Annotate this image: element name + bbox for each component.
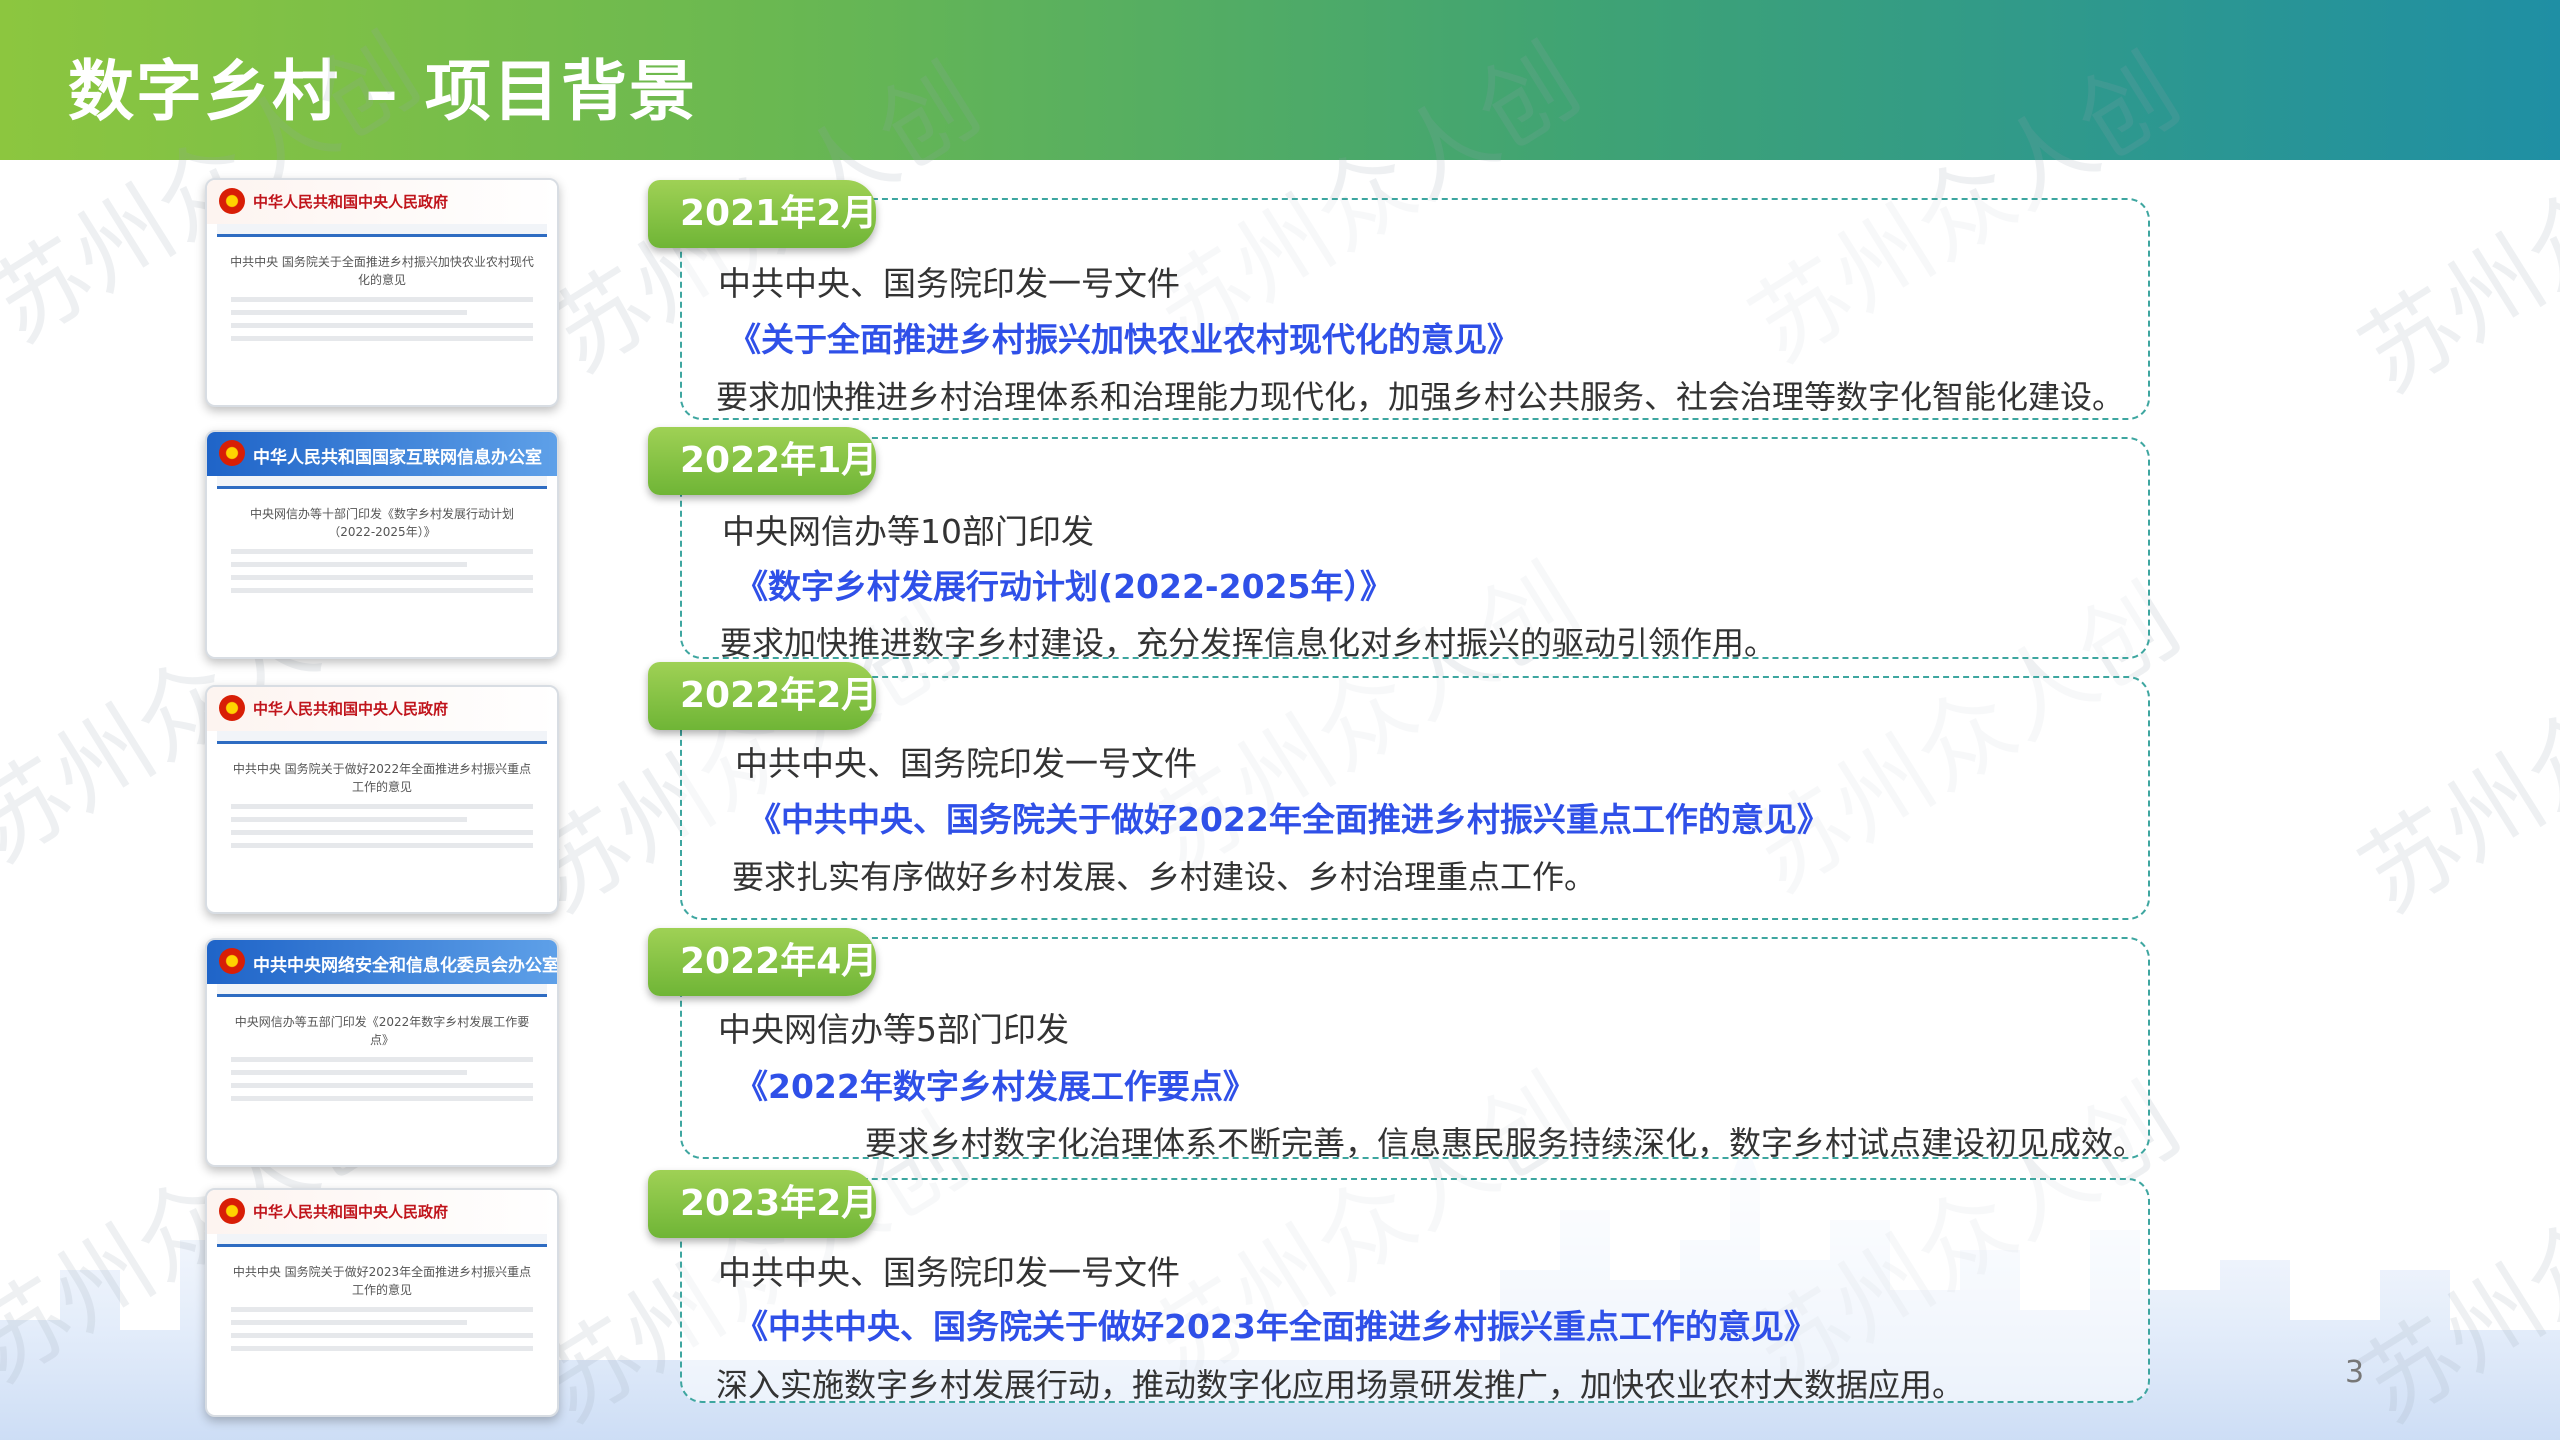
issuer-text: 中共中央、国务院印发一号文件 (718, 264, 1180, 303)
thumbnail-banner: 中华人民共和国中央人民政府 (207, 180, 557, 224)
thumbnail-doc-title: 中共中央 国务院关于做好2022年全面推进乡村振兴重点工作的意见 (232, 762, 532, 794)
thumbnail-site-name: 中华人民共和国中央人民政府 (253, 700, 449, 718)
page-number: 3 (2345, 1355, 2365, 1390)
requirement-text: 深入实施数字乡村发展行动，推动数字化应用场景研发推广，加快农业农村大数据应用。 (716, 1366, 1965, 1404)
thumbnail-doc-title: 中共中央 国务院关于做好2023年全面推进乡村振兴重点工作的意见 (232, 1265, 532, 1297)
issuer-text: 中央网信办等10部门印发 (722, 512, 1094, 551)
thumbnail-site-name: 中华人民共和国中央人民政府 (253, 193, 449, 211)
document-title: 《中共中央、国务院关于做好2023年全面推进乡村振兴重点工作的意见》 (735, 1307, 1817, 1346)
national-emblem-icon (219, 188, 245, 214)
watermark-text: 苏州众人创 (2341, 584, 2560, 934)
thumbnail-banner: 中华人民共和国中央人民政府 (207, 687, 557, 731)
thumbnail-navbar (217, 1234, 547, 1247)
date-tag: 2021年2月 (648, 180, 877, 248)
thumbnail-navbar (217, 476, 547, 489)
document-thumbnail: 中共中央网络安全和信息化委员会办公室 中央网信办等五部门印发《2022年数字乡村… (205, 938, 559, 1167)
party-emblem-icon (219, 948, 245, 974)
issuer-text: 中共中央、国务院印发一号文件 (735, 744, 1197, 783)
thumbnail-doc-title: 中央网信办等十部门印发《数字乡村发展行动计划（2022-2025年）》 (249, 507, 514, 539)
thumbnail-banner: 中华人民共和国国家互联网信息办公室 (207, 432, 557, 476)
requirement-text: 要求加快推进乡村治理体系和治理能力现代化，加强乡村公共服务、社会治理等数字化智能… (716, 378, 2125, 416)
date-tag: 2022年2月 (648, 662, 877, 730)
date-tag: 2022年1月 (648, 427, 877, 495)
thumbnail-doc-title: 中共中央 国务院关于全面推进乡村振兴加快农业农村现代化的意见 (230, 255, 534, 287)
thumbnail-site-name: 中华人民共和国国家互联网信息办公室 (253, 448, 542, 468)
document-thumbnail: 中华人民共和国中央人民政府 中共中央 国务院关于全面推进乡村振兴加快农业农村现代… (205, 178, 559, 407)
thumbnail-banner: 中共中央网络安全和信息化委员会办公室 (207, 940, 557, 984)
thumbnail-site-name: 中共中央网络安全和信息化委员会办公室 (253, 956, 559, 976)
document-thumbnail: 中华人民共和国中央人民政府 中共中央 国务院关于做好2023年全面推进乡村振兴重… (205, 1188, 559, 1417)
document-title: 《2022年数字乡村发展工作要点》 (735, 1067, 1256, 1106)
issuer-text: 中央网信办等5部门印发 (718, 1010, 1069, 1049)
thumbnail-navbar (217, 984, 547, 997)
thumbnail-banner: 中华人民共和国中央人民政府 (207, 1190, 557, 1234)
thumbnail-navbar (217, 224, 547, 237)
issuer-text: 中共中央、国务院印发一号文件 (718, 1253, 1180, 1292)
thumbnail-doc-title: 中央网信办等五部门印发《2022年数字乡村发展工作要点》 (234, 1015, 530, 1047)
national-emblem-icon (219, 1198, 245, 1224)
document-title: 《关于全面推进乡村振兴加快农业农村现代化的意见》 (728, 320, 1520, 359)
date-tag: 2022年4月 (648, 928, 877, 996)
thumbnail-site-name: 中华人民共和国中央人民政府 (253, 1203, 449, 1221)
thumbnail-navbar (217, 731, 547, 744)
requirement-text: 要求加快推进数字乡村建设，充分发挥信息化对乡村振兴的驱动引领作用。 (720, 624, 1777, 662)
requirement-text: 要求乡村数字化治理体系不断完善，信息惠民服务持续深化，数字乡村试点建设初见成效。 (865, 1124, 2146, 1162)
document-title: 《中共中央、国务院关于做好2022年全面推进乡村振兴重点工作的意见》 (748, 800, 1830, 839)
document-thumbnail: 中华人民共和国国家互联网信息办公室 中央网信办等十部门印发《数字乡村发展行动计划… (205, 430, 559, 659)
requirement-text: 要求扎实有序做好乡村发展、乡村建设、乡村治理重点工作。 (732, 858, 1597, 896)
national-emblem-icon (219, 695, 245, 721)
page-title: 数字乡村 – 项目背景 (68, 53, 697, 130)
date-tag: 2023年2月 (648, 1170, 877, 1238)
national-emblem-icon (219, 440, 245, 466)
document-thumbnail: 中华人民共和国中央人民政府 中共中央 国务院关于做好2022年全面推进乡村振兴重… (205, 685, 559, 914)
document-title: 《数字乡村发展行动计划(2022-2025年）》 (735, 567, 1393, 606)
